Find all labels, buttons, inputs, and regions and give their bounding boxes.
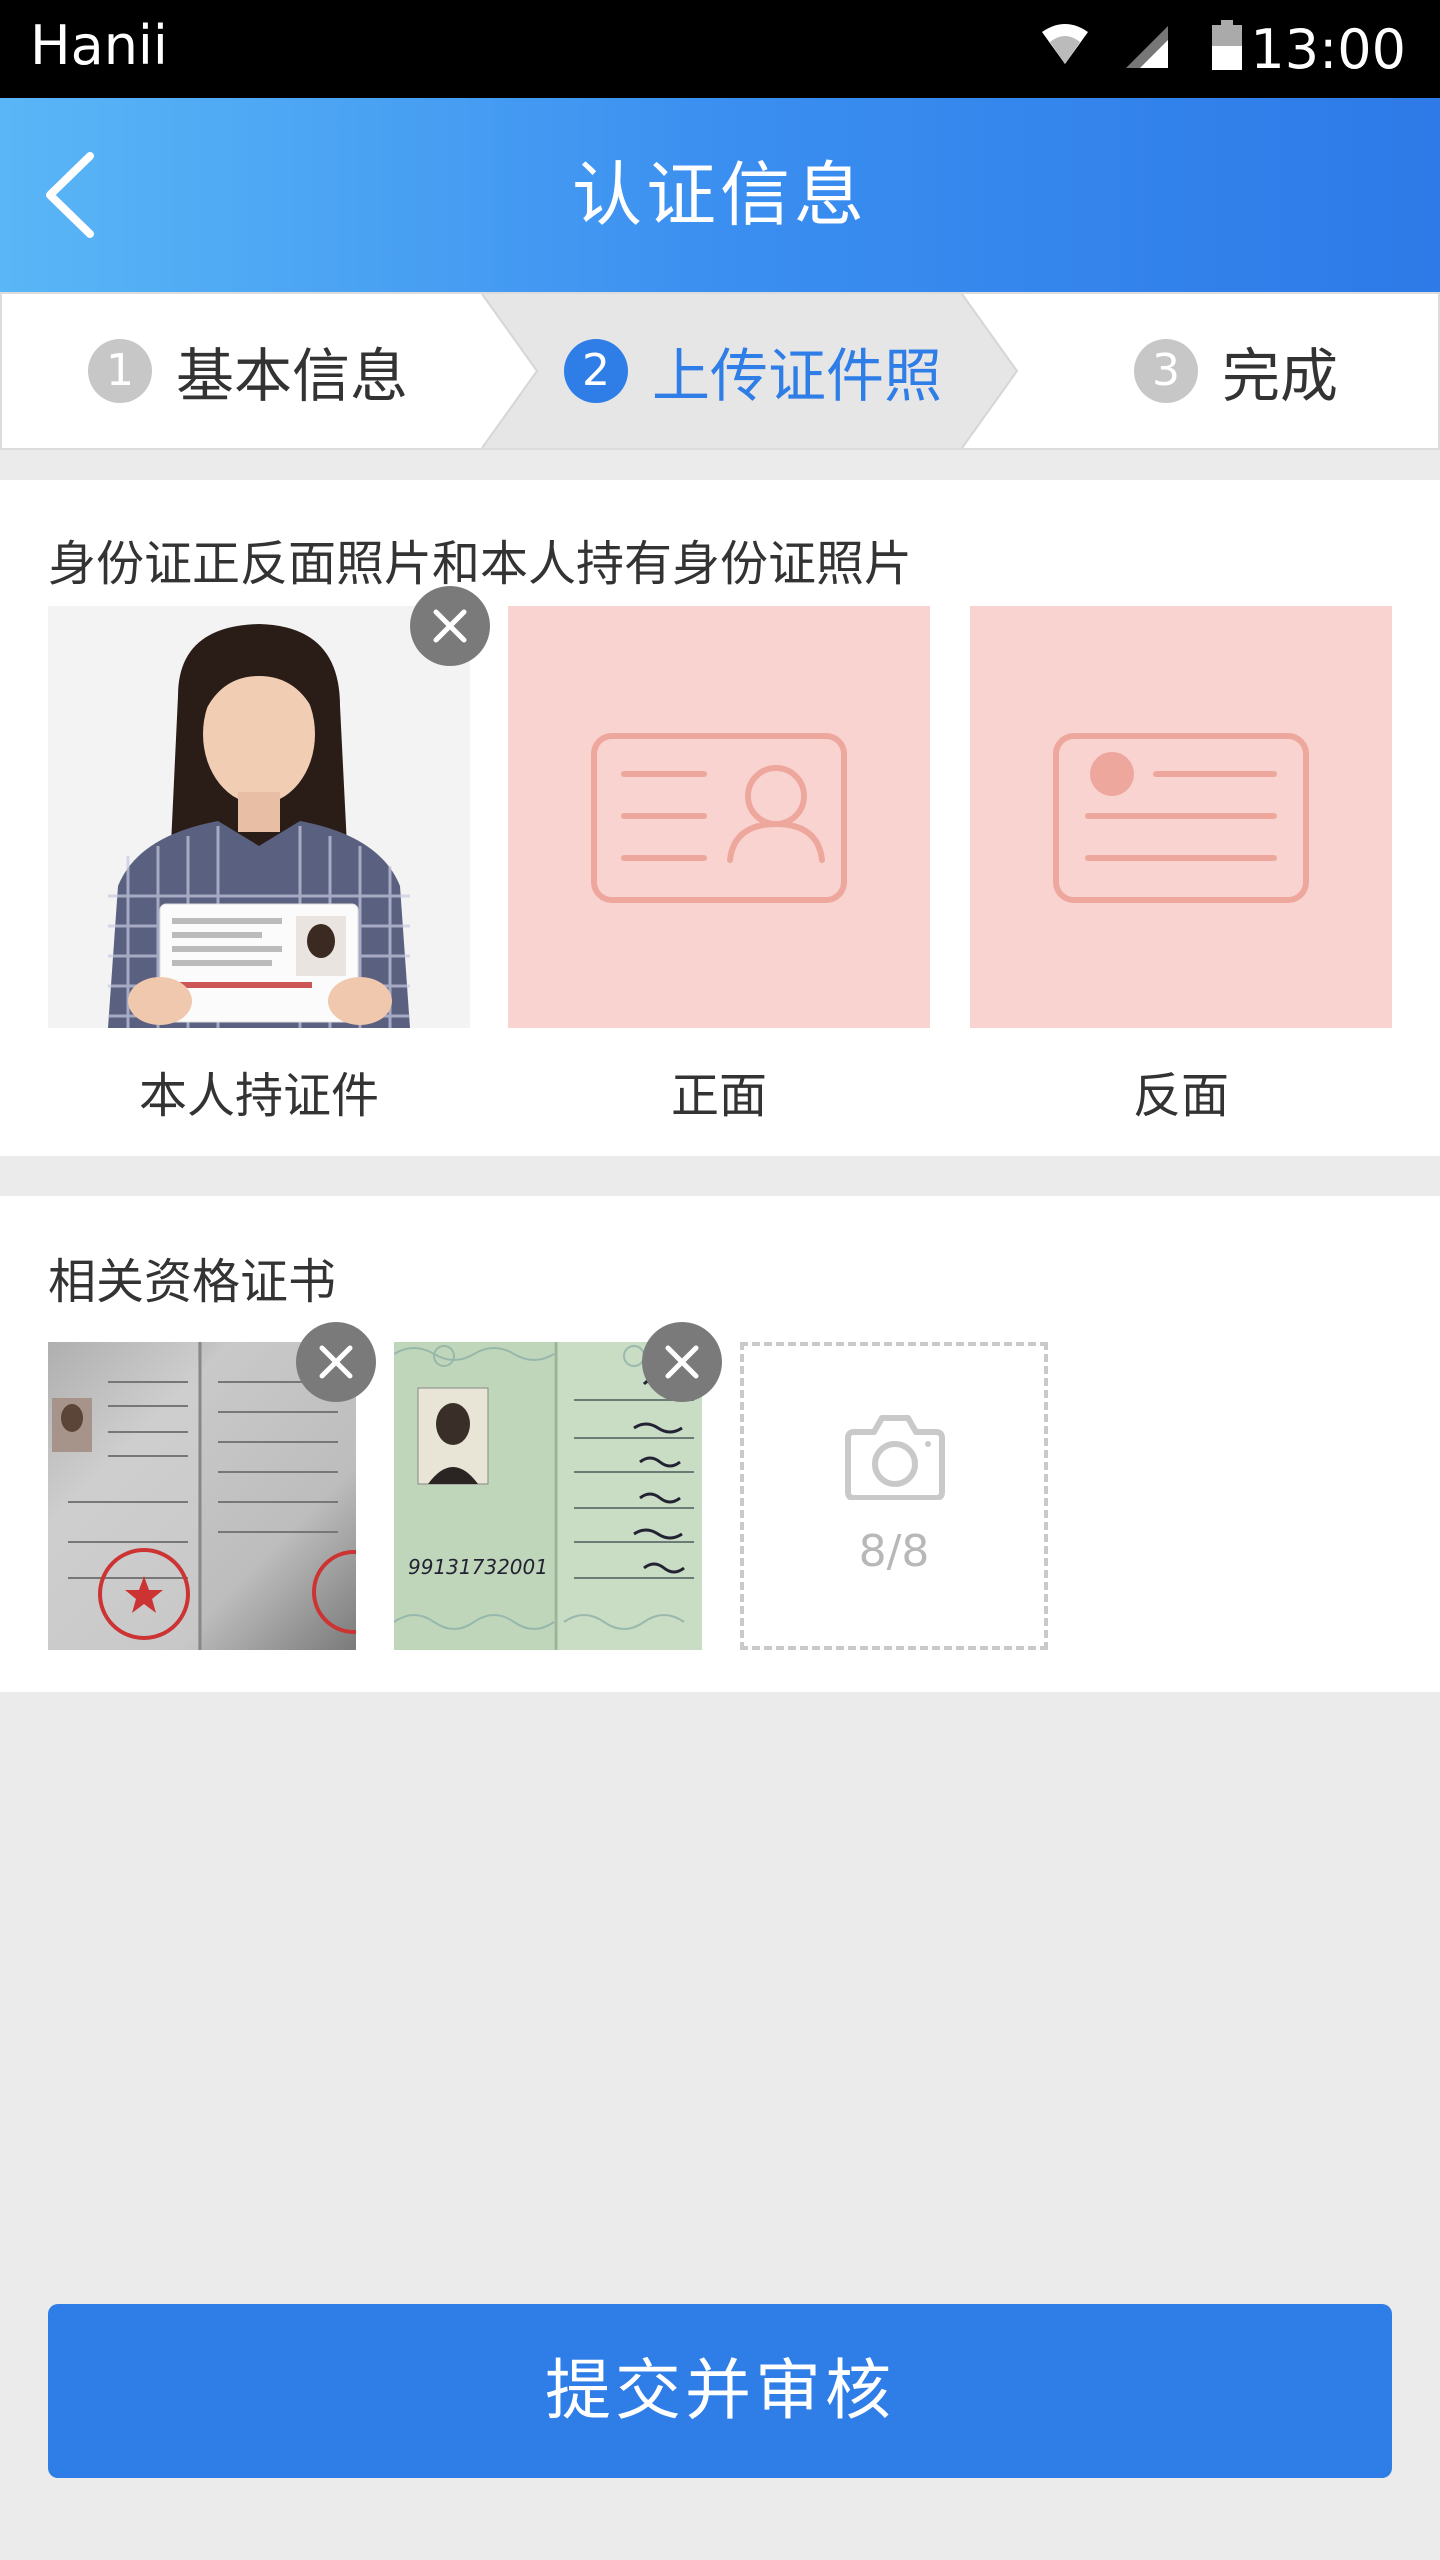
close-icon bbox=[665, 1345, 699, 1379]
step-number: 2 bbox=[564, 339, 628, 403]
id-card-back-icon bbox=[1053, 733, 1309, 903]
id-photos-section: 身份证正反面照片和本人持有身份证照片 本人持证件 正面 反面 bbox=[0, 480, 1440, 1156]
step-number: 1 bbox=[88, 339, 152, 403]
section-title: 相关资格证书 bbox=[48, 1254, 337, 1310]
remove-certificate-button[interactable] bbox=[296, 1322, 376, 1402]
submit-review-button[interactable]: 提交并审核 bbox=[48, 2304, 1392, 2478]
remove-holding-id-button[interactable] bbox=[410, 586, 490, 666]
certificates-section: 相关资格证书 99131732001 8/8 bbox=[0, 1196, 1440, 1692]
add-certificate-button[interactable]: 8/8 bbox=[740, 1342, 1048, 1650]
person-holding-id-image bbox=[48, 606, 470, 1028]
section-title: 身份证正反面照片和本人持有身份证照片 bbox=[48, 536, 913, 592]
upload-count: 8/8 bbox=[858, 1526, 930, 1577]
id-front-upload[interactable] bbox=[508, 606, 930, 1028]
photo-label: 本人持证件 bbox=[138, 1068, 379, 1124]
close-icon bbox=[319, 1345, 353, 1379]
camera-icon bbox=[845, 1415, 945, 1500]
wifi-icon bbox=[1042, 24, 1088, 64]
step-label: 上传证件照 bbox=[652, 342, 943, 410]
nav-header: 认证信息 bbox=[0, 98, 1440, 292]
step-upload-photos: 2 上传证件照 bbox=[564, 294, 942, 448]
step-number: 3 bbox=[1134, 339, 1198, 403]
step-complete: 3 完成 bbox=[1134, 294, 1338, 448]
battery-icon bbox=[1212, 20, 1242, 70]
holding-id-photo[interactable] bbox=[48, 606, 470, 1028]
photo-label: 反面 bbox=[1132, 1068, 1229, 1124]
remove-certificate-button[interactable] bbox=[642, 1322, 722, 1402]
signal-icon bbox=[1126, 26, 1168, 68]
photo-label: 正面 bbox=[670, 1068, 767, 1124]
carrier-name: Hanii bbox=[30, 14, 168, 77]
step-label: 基本信息 bbox=[176, 342, 409, 410]
close-icon bbox=[433, 609, 467, 643]
status-bar: Hanii 13:00 bbox=[0, 0, 1440, 98]
id-back-upload[interactable] bbox=[970, 606, 1392, 1028]
svg-text:99131732001: 99131732001 bbox=[408, 1555, 548, 1579]
id-card-front-icon bbox=[591, 733, 847, 903]
step-indicator: 1 基本信息 2 上传证件照 3 完成 bbox=[0, 292, 1440, 450]
page-title: 认证信息 bbox=[572, 154, 868, 236]
step-basic-info: 1 基本信息 bbox=[88, 294, 408, 448]
clock-time: 13:00 bbox=[1250, 18, 1406, 81]
step-label: 完成 bbox=[1222, 342, 1339, 410]
